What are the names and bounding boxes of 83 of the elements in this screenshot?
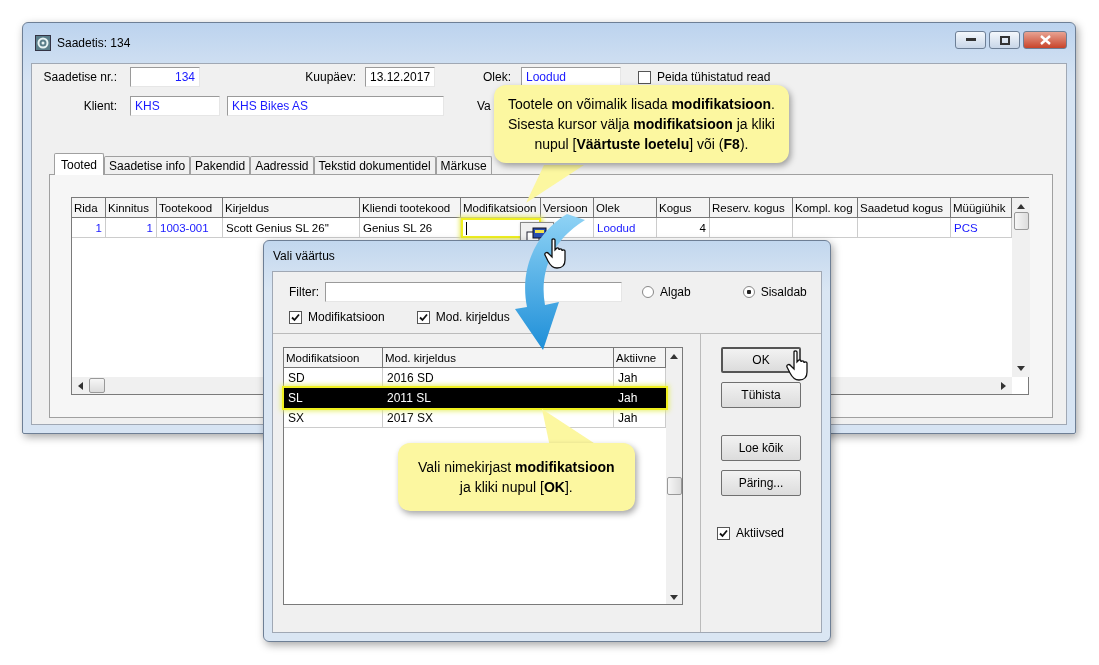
- checkbox[interactable]: [416, 310, 430, 324]
- dialog-title: Vali väärtus: [273, 249, 335, 263]
- field-label: Klient:: [82, 99, 117, 113]
- table-cell: Genius SL 26: [360, 218, 461, 238]
- table-cell: 4: [657, 218, 710, 238]
- text-cursor: [466, 221, 467, 235]
- column-header[interactable]: Modifikatsioon: [461, 198, 541, 218]
- checkbox[interactable]: [289, 310, 302, 324]
- field-label: Saadetise nr.:: [42, 70, 117, 84]
- field-label: Kuupäev:: [304, 70, 356, 84]
- field-label: Olek:: [482, 70, 511, 84]
- dialog-button[interactable]: Loe kõik: [721, 435, 801, 461]
- scroll-left-icon[interactable]: [78, 381, 83, 390]
- tab[interactable]: Märkuse: [435, 156, 492, 174]
- column-header[interactable]: Aktiivne: [614, 348, 666, 368]
- list-cell: SL: [284, 388, 383, 408]
- column-header[interactable]: Kirjeldus: [223, 198, 360, 218]
- scroll-up-icon[interactable]: [670, 354, 678, 359]
- table-cell: Scott Genius SL 26'': [223, 218, 360, 238]
- tab[interactable]: Aadressid: [250, 156, 314, 174]
- date-field[interactable]: 13.12.2017: [365, 67, 435, 87]
- list-cell: 2011 SL: [383, 388, 614, 408]
- scrollbar-thumb[interactable]: [1013, 212, 1029, 230]
- checkbox-label: Aktiivsed: [736, 526, 785, 540]
- radio-label: Sisaldab: [760, 285, 807, 299]
- dialog-button[interactable]: OK: [721, 347, 801, 373]
- field-label: Filter:: [289, 285, 319, 299]
- minimize-button[interactable]: [955, 31, 986, 49]
- checkbox[interactable]: [638, 70, 651, 84]
- list-cell: SX: [284, 408, 383, 428]
- minimize-icon: [965, 38, 976, 42]
- column-header[interactable]: Kinnitus: [106, 198, 157, 218]
- column-header[interactable]: Mod. kirjeldus: [383, 348, 614, 368]
- maximize-button[interactable]: [989, 31, 1020, 49]
- radio-button[interactable]: [642, 286, 654, 298]
- column-header[interactable]: Versioon: [541, 198, 594, 218]
- dialog-button[interactable]: Tühista: [721, 382, 801, 408]
- column-header[interactable]: Modifikatsioon: [284, 348, 383, 368]
- radio-label: Algab: [660, 285, 691, 299]
- maximize-icon: [999, 35, 1010, 45]
- column-header[interactable]: Reserv. kogus: [710, 198, 793, 218]
- close-button[interactable]: [1023, 31, 1067, 49]
- dialog-button[interactable]: Päring...: [721, 470, 801, 496]
- scroll-down-icon[interactable]: [1017, 366, 1025, 371]
- callout: Tootele on võimalik lisada modifikatsioon. Sisesta kursor välja modifikatsioon ja kliki nupul [Väärtuste loetelu] või (F8).: [494, 85, 789, 163]
- checkbox-label: Mod. kirjeldus: [435, 310, 510, 324]
- app-icon: [35, 35, 51, 51]
- column-header[interactable]: Kogus: [657, 198, 710, 218]
- filter-field[interactable]: [325, 282, 622, 302]
- table-cell: Loodud: [594, 218, 657, 238]
- table-cell: 1: [72, 218, 106, 238]
- close-icon: [1039, 35, 1051, 45]
- column-header[interactable]: Kompl. kog: [793, 198, 858, 218]
- table-cell: 1003-001: [157, 218, 223, 238]
- client-name-field[interactable]: KHS Bikes AS: [227, 96, 444, 116]
- column-header[interactable]: Rida: [72, 198, 106, 218]
- scrollbar-thumb[interactable]: [666, 477, 682, 495]
- status-field[interactable]: Loodud: [521, 67, 621, 87]
- checkbox[interactable]: [717, 526, 730, 540]
- checkbox-label: Peida tühistatud read: [657, 70, 771, 84]
- tab[interactable]: Saadetise info: [104, 156, 191, 174]
- field-label: Va: [477, 99, 491, 113]
- client-code-field[interactable]: KHS: [130, 96, 220, 116]
- column-header[interactable]: Olek: [594, 198, 657, 218]
- tab[interactable]: Pakendid: [190, 156, 251, 174]
- column-header[interactable]: Kliendi tootekood: [360, 198, 461, 218]
- table-cell: 1: [106, 218, 157, 238]
- window-title: Saadetis: 134: [57, 36, 131, 50]
- tab[interactable]: Tekstid dokumentidel: [313, 156, 436, 174]
- number-field[interactable]: 134: [130, 67, 200, 87]
- scroll-down-icon[interactable]: [670, 595, 678, 600]
- tab[interactable]: Tooted: [54, 153, 105, 175]
- column-header[interactable]: Saadetud kogus: [858, 198, 951, 218]
- checkbox-label: Modifikatsioon: [308, 310, 385, 324]
- scroll-up-icon[interactable]: [1017, 204, 1025, 209]
- radio-button[interactable]: [742, 286, 755, 298]
- column-header[interactable]: Müügiühik: [951, 198, 1012, 218]
- scrollbar-thumb[interactable]: [89, 378, 105, 393]
- list-row[interactable]: SL 2011 SL Jah: [284, 388, 666, 408]
- column-header[interactable]: Tootekood: [157, 198, 223, 218]
- list-cell: Jah: [614, 388, 666, 408]
- table-cell: [793, 218, 858, 238]
- scroll-right-icon[interactable]: [1001, 381, 1006, 390]
